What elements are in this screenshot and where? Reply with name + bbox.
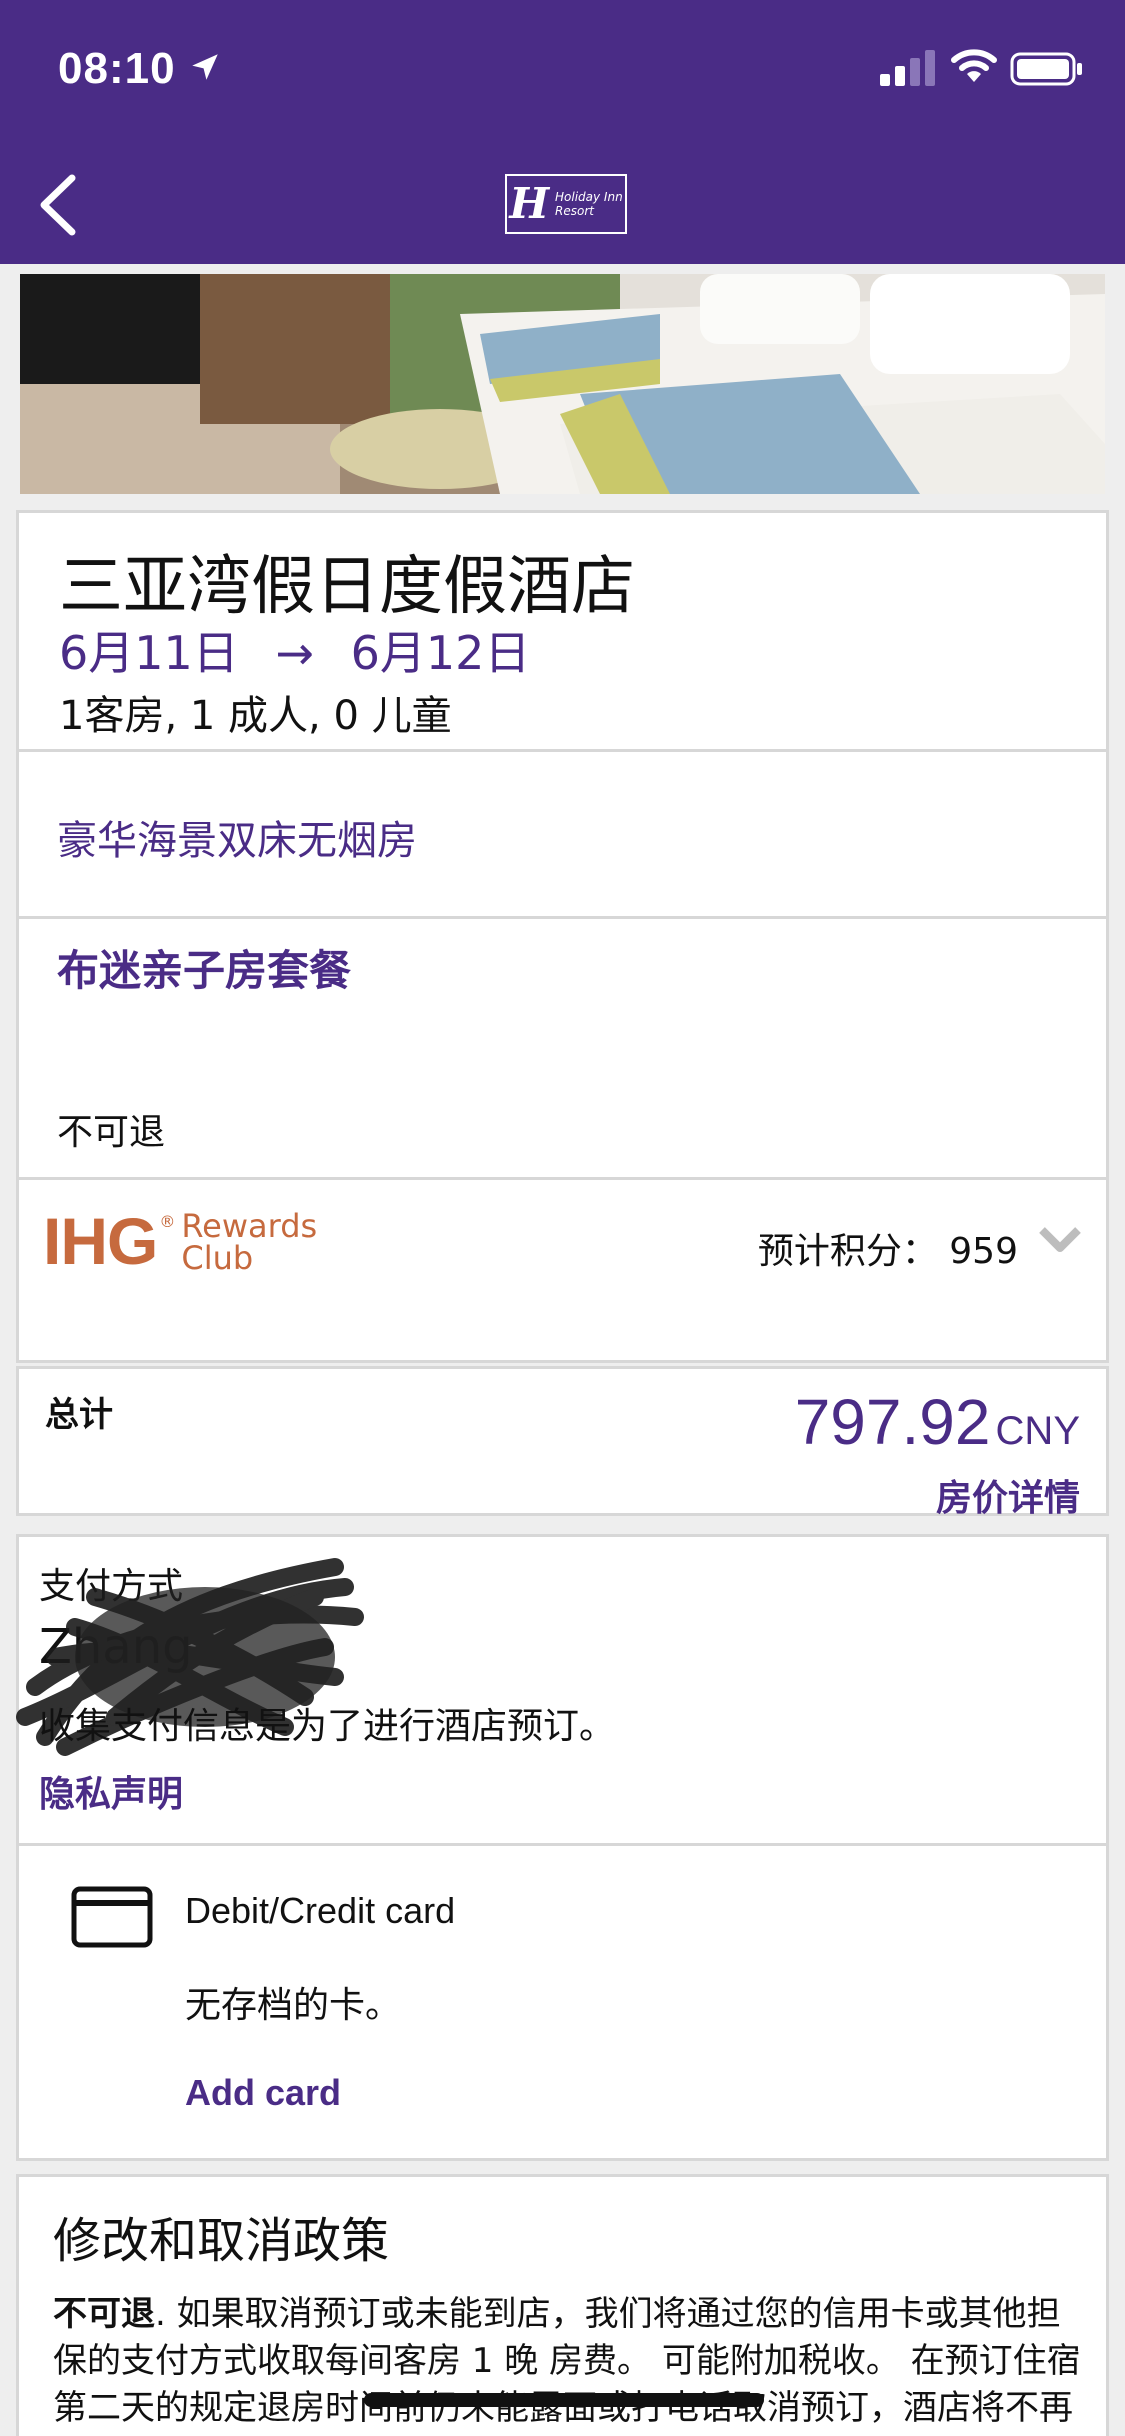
total-label: 总计 xyxy=(45,1395,113,1435)
home-indicator[interactable] xyxy=(364,2393,764,2407)
checkin-date: 6月11日 xyxy=(59,626,239,680)
total-value: 797.92 xyxy=(794,1386,991,1458)
rewards-club-text: Rewards Club xyxy=(181,1207,318,1277)
refund-policy: 不可退 xyxy=(57,1112,166,1153)
total-card: 总计 797.92 CNY 房价详情 xyxy=(16,1366,1109,1519)
hotel-room-photo xyxy=(20,274,1105,494)
credit-card-icon xyxy=(71,1886,153,1948)
nav-bar: H Holiday Inn Resort xyxy=(0,140,1125,264)
payment-note: 收集支付信息是为了进行酒店预订。 xyxy=(39,1706,616,1747)
location-arrow-icon xyxy=(192,54,218,80)
total-amount: 797.92 CNY xyxy=(795,1385,1080,1459)
chevron-down-icon[interactable] xyxy=(1038,1220,1082,1260)
privacy-statement-link[interactable]: 隐私声明 xyxy=(39,1765,183,1817)
ihg-rewards-logo: IHG ® Rewards Club xyxy=(43,1208,317,1274)
date-arrow: → xyxy=(275,626,314,680)
back-chevron-icon[interactable] xyxy=(30,170,90,240)
package-card: 布迷亲子房套餐 不可退 xyxy=(16,916,1109,1180)
registered-mark: ® xyxy=(159,1212,176,1231)
wifi-icon xyxy=(951,49,997,82)
add-card-button[interactable]: Add card xyxy=(185,2072,341,2114)
hotel-name: 三亚湾假日度假酒店 xyxy=(59,550,635,624)
policy-body: . 如果取消预订或未能到店，我们将通过您的信用卡或其他担保的支付方式收取每间客房… xyxy=(53,2294,1081,2436)
policy-lead: 不可退 xyxy=(53,2294,155,2334)
rate-details-link[interactable]: 房价详情 xyxy=(936,1469,1080,1521)
policy-title: 修改和取消政策 xyxy=(53,2213,390,2269)
policy-text: 不可退. 如果取消预订或未能到店，我们将通过您的信用卡或其他担保的支付方式收取每… xyxy=(53,2291,1083,2436)
card-options-card: Debit/Credit card 无存档的卡。 Add card xyxy=(16,1843,1109,2161)
points-label: 预计积分： xyxy=(757,1231,938,1272)
hotel-info-card: 三亚湾假日度假酒店 6月11日 → 6月12日 1客房, 1 成人, 0 儿童 xyxy=(16,510,1109,752)
package-name: 布迷亲子房套餐 xyxy=(57,946,352,995)
guest-summary: 1客房, 1 成人, 0 儿童 xyxy=(59,693,452,739)
no-saved-card-text: 无存档的卡。 xyxy=(185,1985,402,2026)
signal-icon xyxy=(880,50,935,86)
estimated-points: 预计积分： 959 xyxy=(758,1222,1018,1274)
room-type: 豪华海景双床无烟房 xyxy=(57,818,417,864)
card-type-label: Debit/Credit card xyxy=(185,1890,456,1931)
room-type-card: 豪华海景双床无烟房 xyxy=(16,749,1109,919)
battery-icon xyxy=(1010,52,1082,86)
rewards-card[interactable]: IHG ® Rewards Club 预计积分： 959 xyxy=(16,1177,1109,1363)
logo-mark: H xyxy=(509,179,549,228)
points-value: 959 xyxy=(949,1231,1018,1272)
status-bar: 08:10 xyxy=(0,0,1125,140)
status-time: 08:10 xyxy=(58,44,176,93)
holiday-inn-resort-logo: H Holiday Inn Resort xyxy=(505,174,627,234)
stay-dates: 6月11日 → 6月12日 xyxy=(59,617,552,683)
payment-method-card: 支付方式 Zhang 收集支付信息是为了进行酒店预订。 隐私声明 xyxy=(16,1534,1109,1846)
ihg-brand: IHG xyxy=(43,1204,158,1278)
total-currency: CNY xyxy=(995,1409,1080,1453)
logo-text: Holiday Inn Resort xyxy=(555,190,623,218)
checkout-date: 6月12日 xyxy=(350,626,531,680)
